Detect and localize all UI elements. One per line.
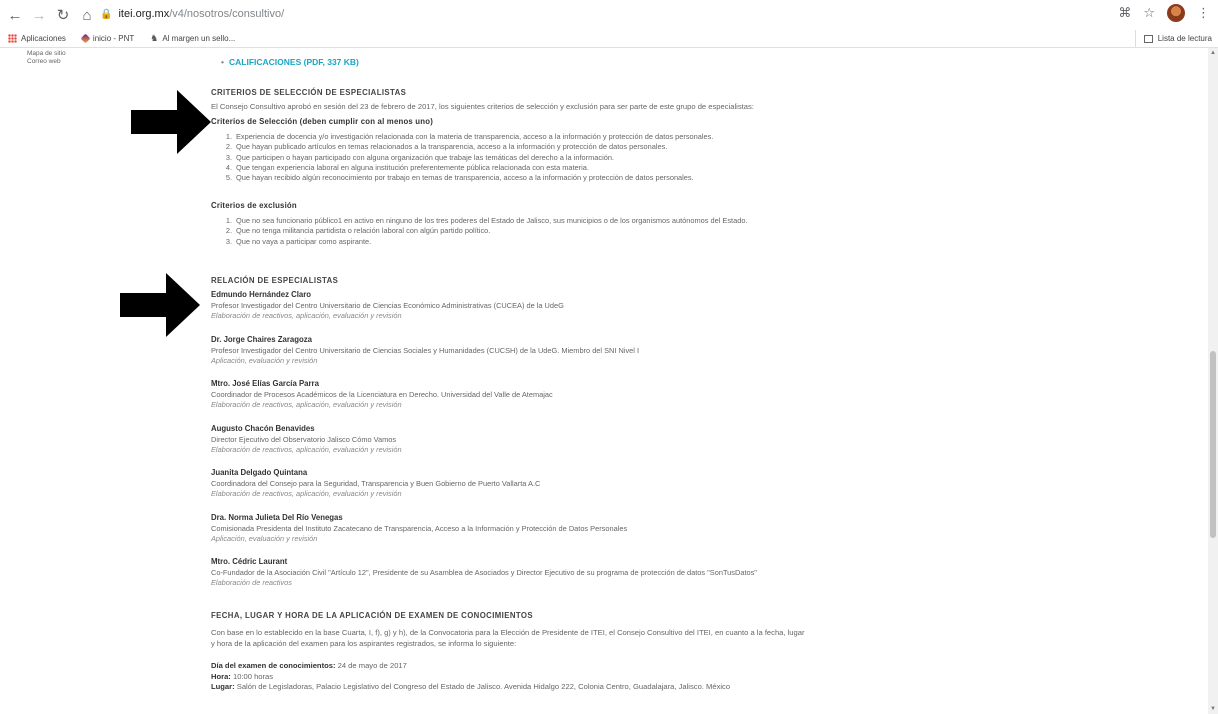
exam-time: Hora: 10:00 horas [211, 671, 274, 681]
lock-icon: 🔒 [100, 8, 113, 20]
specialist-name: Edmundo Hernández Claro [211, 290, 312, 299]
list-item: 1. Que no sea funcionario público1 en act… [225, 216, 748, 225]
fecha-line-2: y hora de la aplicación del examen para … [211, 638, 517, 648]
specialist-name: Augusto Chacón Benavides [211, 424, 315, 433]
specialist-desc: Director Ejecutivo del Observatorio Jali… [211, 434, 397, 444]
relacion-title: RELACIÓN DE ESPECIALISTAS [211, 276, 339, 285]
browser-toolbar: ← → ↻ ⌂ 🔒 itei.org.mx/v4/nosotros/consul… [0, 0, 1218, 30]
translate-icon[interactable]: ⌘ [1118, 5, 1131, 21]
specialist-entry: Mtro. José Elías García Parra Coordinado… [211, 379, 553, 411]
scrollbar-thumb[interactable] [1210, 351, 1216, 538]
exam-date: Día del examen de conocimientos: 24 de m… [211, 661, 407, 670]
specialist-role: Elaboración de reactivos, aplicación, ev… [211, 445, 402, 454]
url-path: /v4/nosotros/consultivo/ [169, 8, 285, 20]
specialist-entry: Mtro. Cédric Laurant Co-Fundador de la A… [211, 557, 757, 589]
specialist-desc: Comisionada Presidenta del Instituto Zac… [211, 523, 628, 533]
specialist-entry: Augusto Chacón Benavides Director Ejecut… [211, 424, 402, 456]
specialist-entry: Dr. Jorge Chaires Zaragoza Profesor Inve… [211, 335, 639, 367]
reading-list-icon [1143, 34, 1153, 43]
seal-icon: ♞ [150, 33, 159, 43]
fecha-title: FECHA, LUGAR Y HORA DE LA APLICACIÓN DE … [211, 611, 533, 620]
list-item: 5. Que hayan recibido algún reconocimient… [225, 173, 694, 183]
arrow-right-icon [120, 273, 200, 337]
specialist-role: Elaboración de reactivos [211, 578, 292, 587]
profile-avatar[interactable] [1167, 4, 1185, 22]
sidebar-link-mapa[interactable]: Mapa de sitio [27, 50, 66, 58]
seleccion-list: 1. Experiencia de docencia y/o investigac… [223, 132, 714, 183]
back-arrow-icon[interactable]: ← [4, 4, 26, 26]
menu-icon[interactable]: ⋮ [1197, 5, 1210, 21]
url-host: itei.org.mx [118, 8, 170, 20]
bookmark-pnt[interactable]: inicio - PNT [80, 33, 135, 44]
bookmark-label: inicio - PNT [92, 34, 135, 43]
specialist-name: Mtro. Cédric Laurant [211, 557, 288, 566]
list-item: 4. Que tengan experiencia laboral en algu… [225, 162, 589, 172]
specialist-entry: Dra. Norma Julieta Del Río Venegas Comis… [211, 513, 627, 545]
calificaciones-pdf-link[interactable]: CALIFICACIONES (PDF, 337 KB) [221, 57, 359, 67]
page-scrollbar[interactable]: ▲ ▼ [1208, 48, 1218, 714]
list-item: 2. Que no tenga militancia partidista o r… [225, 226, 491, 236]
apps-grid-icon [8, 34, 17, 43]
reading-list-label: Lista de lectura [1157, 34, 1212, 43]
specialist-role: Aplicación, evaluación y revisión [211, 534, 318, 543]
specialist-role: Elaboración de reactivos, aplicación, ev… [211, 400, 402, 409]
bookmark-label: Al margen un sello... [162, 34, 236, 43]
specialist-desc: Coordinador de Procesos Académicos de la… [211, 389, 553, 399]
specialist-desc: Profesor Investigador del Centro Univers… [211, 345, 640, 355]
bookmark-margen[interactable]: ♞ Al margen un sello... [150, 33, 235, 44]
list-item: 3. Que no vaya a participar como aspirant… [225, 236, 372, 246]
specialist-role: Aplicación, evaluación y revisión [211, 356, 318, 365]
specialist-role: Elaboración de reactivos, aplicación, ev… [211, 311, 402, 320]
specialist-entry: Juanita Delgado Quintana Coordinadora de… [211, 468, 540, 500]
arrow-right-icon [131, 90, 211, 154]
scroll-down-icon[interactable]: ▼ [1210, 706, 1216, 712]
bookmarks-bar: Aplicaciones inicio - PNT ♞ Al margen un… [0, 30, 1218, 48]
sidebar-link-correo[interactable]: Correo web [27, 58, 66, 66]
criterios-title: CRITERIOS DE SELECCIÓN DE ESPECIALISTAS [211, 88, 407, 97]
bookmark-apps[interactable]: Aplicaciones [8, 34, 66, 43]
exclusion-list: 1. Que no sea funcionario público1 en act… [223, 216, 748, 247]
specialist-name: Juanita Delgado Quintana [211, 468, 308, 477]
list-item: 2. Que hayan publicado artículos en temas… [225, 142, 668, 152]
specialist-role: Elaboración de reactivos, aplicación, ev… [211, 489, 402, 498]
specialist-name: Dr. Jorge Chaires Zaragoza [211, 335, 312, 344]
specialist-desc: Profesor Investigador del Centro Univers… [211, 300, 564, 310]
list-item: 3. Que participen o hayan participado con… [225, 152, 614, 162]
specialist-name: Dra. Norma Julieta Del Río Venegas [211, 513, 343, 522]
scroll-up-icon[interactable]: ▲ [1210, 50, 1216, 56]
exam-details: Día del examen de conocimientos: 24 de m… [211, 661, 730, 693]
exam-place: Lugar: Salón de Legisladoras, Palacio Le… [211, 682, 731, 691]
specialist-desc: Coordinadora del Consejo para la Segurid… [211, 478, 541, 488]
seleccion-title: Criterios de Selección (deben cumplir co… [211, 117, 433, 126]
bookmark-label: Aplicaciones [21, 34, 66, 43]
reading-list-button[interactable]: Lista de lectura [1134, 30, 1212, 47]
star-icon[interactable]: ☆ [1143, 5, 1155, 21]
reload-icon[interactable]: ↻ [52, 4, 74, 26]
specialist-desc: Co-Fundador de la Asociación Civil "Artí… [211, 567, 757, 577]
list-item: 1. Experiencia de docencia y/o investigac… [225, 132, 714, 141]
criterios-intro: El Consejo Consultivo aprobó en sesión d… [211, 102, 754, 111]
pnt-logo-icon [80, 33, 91, 44]
sidebar-links: Mapa de sitio Correo web [27, 50, 66, 66]
exclusion-title: Criterios de exclusión [211, 201, 297, 210]
page-viewport: Mapa de sitio Correo web CALIFICACIONES … [0, 48, 1208, 714]
fecha-line-1: Con base en lo establecido en la base Cu… [211, 628, 805, 637]
specialist-name: Mtro. José Elías García Parra [211, 379, 319, 388]
specialist-entry: Edmundo Hernández Claro Profesor Investi… [211, 290, 564, 322]
forward-arrow-icon[interactable]: → [28, 4, 50, 26]
fecha-paragraph: Con base en lo establecido en la base Cu… [211, 628, 805, 649]
address-bar[interactable]: 🔒 itei.org.mx/v4/nosotros/consultivo/ [94, 4, 1094, 24]
